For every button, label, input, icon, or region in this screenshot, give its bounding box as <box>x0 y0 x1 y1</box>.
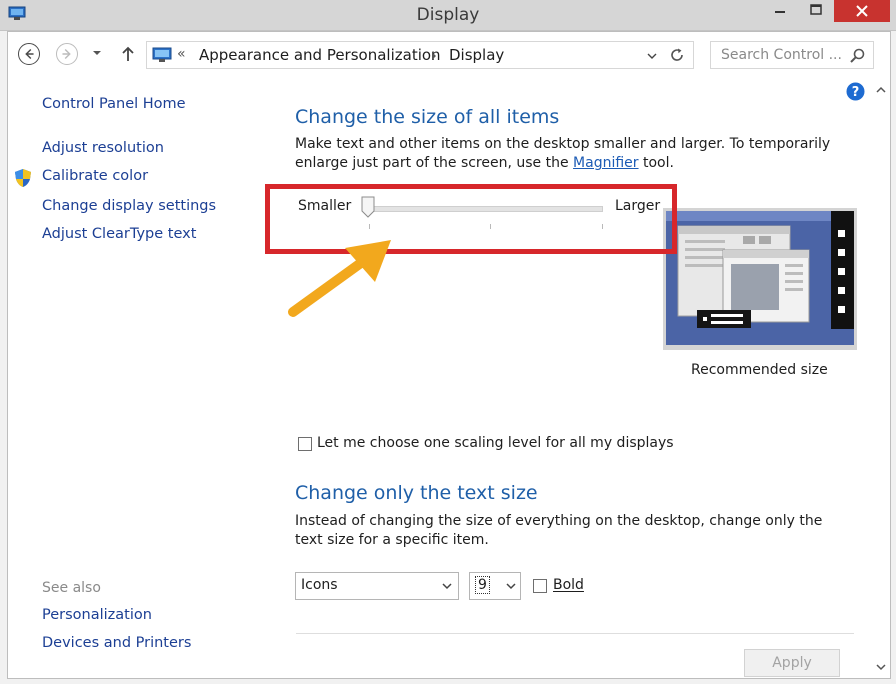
address-bar[interactable]: « Appearance and Personalization Display <box>146 41 694 69</box>
search-box[interactable]: Search Control ... <box>710 41 874 69</box>
heading-change-size-all-items: Change the size of all items <box>295 106 560 128</box>
bold-label[interactable]: Bold <box>553 577 584 593</box>
apply-button[interactable]: Apply <box>744 649 840 677</box>
scroll-up-icon[interactable] <box>876 86 886 93</box>
up-arrow-icon[interactable] <box>120 45 136 63</box>
window-body: « Appearance and Personalization Display… <box>7 31 891 679</box>
sidebar-change-display-settings[interactable]: Change display settings <box>42 198 216 214</box>
search-placeholder[interactable]: Search Control ... <box>721 47 842 63</box>
display-preview-image <box>663 208 857 350</box>
single-scaling-label[interactable]: Let me choose one scaling level for all … <box>317 435 674 451</box>
breadcrumb-prefix[interactable]: « <box>177 46 186 62</box>
font-size-select-value[interactable]: 9 <box>475 576 490 594</box>
sidebar-calibrate-color[interactable]: Calibrate color <box>42 168 148 184</box>
back-button[interactable] <box>18 43 40 65</box>
item-type-select-value[interactable]: Icons <box>301 577 338 593</box>
bold-checkbox[interactable] <box>533 579 547 593</box>
search-icon[interactable] <box>849 47 866 64</box>
sidebar-adjust-cleartype[interactable]: Adjust ClearType text <box>42 226 196 242</box>
description-text-size: Instead of changing the size of everythi… <box>295 513 823 548</box>
title-bar: Display <box>0 0 896 31</box>
minimize-button[interactable] <box>762 0 798 22</box>
sidebar-control-panel-home[interactable]: Control Panel Home <box>42 96 186 112</box>
shield-icon <box>15 169 31 187</box>
refresh-icon[interactable] <box>669 47 685 63</box>
font-size-select[interactable]: 9 <box>469 572 521 600</box>
sidebar: Control Panel Home Adjust resolution Cal… <box>8 78 278 678</box>
breadcrumb-separator-icon[interactable] <box>431 52 437 60</box>
breadcrumb-appearance[interactable]: Appearance and Personalization <box>199 46 441 64</box>
see-also-label: See also <box>42 580 101 596</box>
vertical-scrollbar[interactable] <box>872 78 890 678</box>
maximize-button[interactable] <box>798 0 834 22</box>
sidebar-devices-and-printers[interactable]: Devices and Printers <box>42 635 191 651</box>
item-type-select[interactable]: Icons <box>295 572 459 600</box>
bottom-divider <box>296 633 854 634</box>
forward-button[interactable] <box>56 43 78 65</box>
control-panel-icon <box>152 47 172 62</box>
annotation-arrow-icon <box>288 240 391 317</box>
sidebar-adjust-resolution[interactable]: Adjust resolution <box>42 140 164 156</box>
close-button[interactable] <box>834 0 890 22</box>
scroll-down-icon[interactable] <box>876 664 886 671</box>
address-dropdown-icon[interactable] <box>647 52 657 60</box>
navigation-bar: « Appearance and Personalization Display… <box>8 32 890 78</box>
description-text-after: tool. <box>638 155 674 171</box>
chevron-down-icon[interactable] <box>506 583 516 590</box>
heading-change-text-size: Change only the text size <box>295 482 538 504</box>
description-change-size: Make text and other items on the desktop… <box>295 135 845 173</box>
chevron-down-icon[interactable] <box>442 583 452 590</box>
breadcrumb-display[interactable]: Display <box>449 46 504 64</box>
description-text-before: Make text and other items on the desktop… <box>295 136 831 171</box>
magnifier-link[interactable]: Magnifier <box>573 155 639 171</box>
recent-locations-icon[interactable] <box>92 49 102 57</box>
single-scaling-checkbox[interactable] <box>298 437 312 451</box>
recommended-size-caption: Recommended size <box>691 362 828 378</box>
sidebar-personalization[interactable]: Personalization <box>42 607 152 623</box>
